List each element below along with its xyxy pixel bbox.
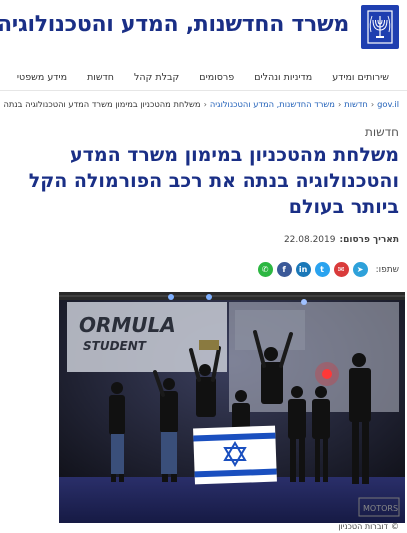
nav-item-reception[interactable]: קבלת קהל: [124, 72, 189, 83]
site-title[interactable]: משרד החדשנות, המדע והטכנולוגיה: [0, 12, 349, 37]
nav-item-publications[interactable]: פרסומים: [189, 72, 244, 83]
publish-date: תאריך פרסום: 22.08.2019: [284, 235, 399, 245]
publish-date-value: 22.08.2019: [283, 235, 336, 245]
nav-divider: [0, 90, 407, 91]
breadcrumb-home[interactable]: gov.il: [377, 99, 399, 109]
email-icon[interactable]: ✉: [333, 262, 349, 277]
breadcrumb: gov.il ‹ חדשות ‹ משרד החדשנות, המדע והטכ…: [4, 99, 399, 109]
caption-text: דוברות הטכניון: [338, 522, 388, 531]
nav-item-policies[interactable]: מדיניות ונהלים: [244, 72, 322, 83]
banner-text: ORMULA: [79, 313, 176, 337]
breadcrumb-separator: ‹: [370, 99, 375, 109]
article-headline: משלחת מהטכניון במימון משרד המדע והטכנולו…: [28, 144, 399, 218]
copyright-icon: ©: [391, 522, 399, 531]
share-bar: שתפו: ➤ ✉ t in f ✆: [257, 262, 399, 277]
breadcrumb-ministry[interactable]: משרד החדשנות, המדע והטכנולוגיה: [210, 99, 335, 109]
photo-caption: © דוברות הטכניון: [338, 522, 399, 531]
article-category: חדשות: [364, 125, 399, 139]
linkedin-icon[interactable]: in: [295, 262, 311, 277]
banner-subtext: STUDENT: [83, 339, 147, 353]
main-nav: שירותים ומידע מדיניות ונהלים פרסומים קבל…: [0, 64, 407, 90]
facebook-icon[interactable]: f: [276, 262, 292, 277]
breadcrumb-separator: ‹: [337, 99, 342, 109]
nav-item-news[interactable]: חדשות: [77, 72, 124, 83]
state-emblem-icon[interactable]: [361, 5, 399, 49]
publish-date-label: תאריך פרסום:: [339, 235, 399, 245]
article-photo: ORMULA STUDENT MOTORS: [59, 292, 405, 523]
telegram-icon[interactable]: ➤: [352, 262, 368, 277]
photo-watermark: MOTORS: [363, 504, 398, 513]
nav-item-legal[interactable]: מידע משפטי: [7, 72, 77, 83]
breadcrumb-current: משלחת מהטכניון במימון משרד המדע והטכנולו…: [4, 99, 201, 109]
breadcrumb-news[interactable]: חדשות: [344, 99, 368, 109]
twitter-icon[interactable]: t: [314, 262, 330, 277]
whatsapp-icon[interactable]: ✆: [257, 262, 273, 277]
site-header: משרד החדשנות, המדע והטכנולוגיה: [0, 0, 407, 52]
breadcrumb-separator: ‹: [203, 99, 207, 109]
share-label: שתפו:: [375, 264, 399, 275]
nav-item-services[interactable]: שירותים ומידע: [322, 72, 399, 83]
